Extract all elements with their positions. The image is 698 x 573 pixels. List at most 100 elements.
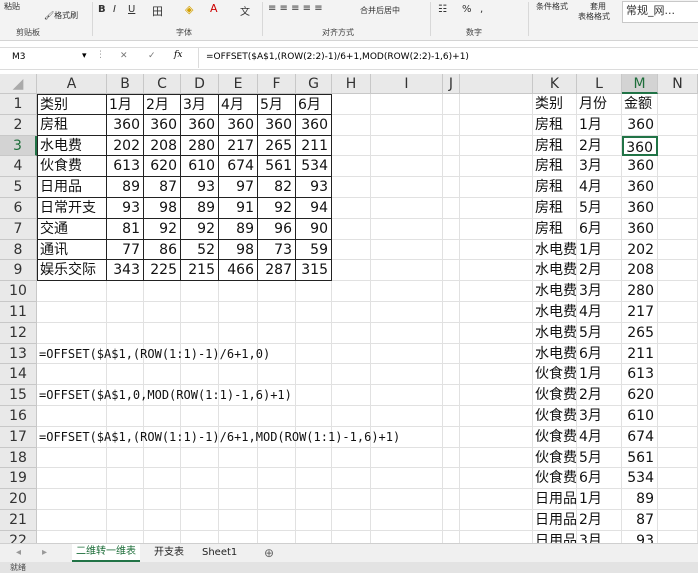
grid-cell[interactable] xyxy=(371,281,443,302)
grid-cell[interactable] xyxy=(460,447,533,469)
result-month-cell[interactable]: 4月 xyxy=(577,177,622,198)
grid-cell[interactable] xyxy=(371,489,443,510)
grid-cell[interactable] xyxy=(443,198,460,219)
grid-cell[interactable] xyxy=(181,322,219,344)
result-amount-cell[interactable]: 534 xyxy=(622,468,658,490)
column-header[interactable]: E xyxy=(219,74,258,94)
result-amount-cell[interactable]: 360 xyxy=(622,177,658,198)
table-value-cell[interactable]: 93 xyxy=(107,198,144,219)
row-header[interactable]: 16 xyxy=(0,406,37,427)
grid-cell[interactable] xyxy=(258,530,296,543)
grid-cell[interactable] xyxy=(107,364,144,386)
table-value-cell[interactable]: 86 xyxy=(144,239,181,261)
grid-cell[interactable] xyxy=(658,426,698,448)
result-amount-cell[interactable]: 202 xyxy=(622,239,658,261)
table-value-cell[interactable]: 52 xyxy=(181,239,219,261)
grid-cell[interactable] xyxy=(144,447,181,469)
table-value-cell[interactable]: 610 xyxy=(181,156,219,178)
grid-cell[interactable] xyxy=(371,239,443,261)
result-amount-cell[interactable]: 610 xyxy=(622,406,658,427)
underline-button[interactable]: U xyxy=(128,4,135,15)
grid-cell[interactable] xyxy=(296,322,332,344)
row-header[interactable]: 3 xyxy=(0,135,37,157)
row-header[interactable]: 15 xyxy=(0,385,37,406)
grid-cell[interactable] xyxy=(296,447,332,469)
table-format-button[interactable]: 表格格式 xyxy=(578,11,610,22)
active-cell[interactable]: 360 xyxy=(622,135,658,157)
table-value-cell[interactable]: 89 xyxy=(219,218,258,240)
row-header[interactable]: 20 xyxy=(0,489,37,510)
grid-cell[interactable] xyxy=(181,281,219,302)
result-category-cell[interactable]: 伙食费 xyxy=(533,385,577,406)
result-category-cell[interactable]: 房租 xyxy=(533,156,577,178)
grid-cell[interactable] xyxy=(460,468,533,490)
grid-cell[interactable] xyxy=(332,447,371,469)
grid-cell[interactable] xyxy=(371,302,443,323)
grid-cell[interactable] xyxy=(332,198,371,219)
table-value-cell[interactable]: 343 xyxy=(107,260,144,282)
grid-cell[interactable] xyxy=(296,489,332,510)
grid-cell[interactable] xyxy=(107,406,144,427)
grid-cell[interactable] xyxy=(37,406,107,427)
scroll-left-icon[interactable]: ◂ xyxy=(12,544,25,562)
style-gallery-box[interactable]: 常规_网... xyxy=(622,1,698,23)
grid-cell[interactable] xyxy=(219,489,258,510)
table-value-cell[interactable]: 91 xyxy=(219,198,258,219)
result-month-cell[interactable]: 2月 xyxy=(577,135,622,157)
scroll-right-icon[interactable]: ▸ xyxy=(38,544,51,562)
table-value-cell[interactable]: 59 xyxy=(296,239,332,261)
grid-cell[interactable] xyxy=(460,198,533,219)
currency-icon[interactable]: ☷ xyxy=(438,4,447,15)
table-value-cell[interactable]: 92 xyxy=(181,218,219,240)
grid-cell[interactable] xyxy=(443,530,460,543)
grid-cell[interactable] xyxy=(144,489,181,510)
grid-cell[interactable] xyxy=(219,447,258,469)
grid-cell[interactable] xyxy=(443,510,460,531)
result-amount-cell[interactable]: 360 xyxy=(622,218,658,240)
grid-cell[interactable] xyxy=(460,385,533,406)
grid-cell[interactable] xyxy=(332,114,371,136)
result-category-cell[interactable]: 水电费 xyxy=(533,260,577,282)
result-category-cell[interactable]: 房租 xyxy=(533,177,577,198)
grid-cell[interactable] xyxy=(460,302,533,323)
grid-cell[interactable] xyxy=(658,177,698,198)
grid-cell[interactable] xyxy=(37,530,107,543)
merge-center-button[interactable]: 合并后居中 xyxy=(360,5,400,16)
result-category-cell[interactable]: 房租 xyxy=(533,218,577,240)
grid-cell[interactable] xyxy=(258,302,296,323)
grid-cell[interactable] xyxy=(460,489,533,510)
table-value-cell[interactable]: 202 xyxy=(107,135,144,157)
result-month-cell[interactable]: 2月 xyxy=(577,260,622,282)
table-value-cell[interactable]: 98 xyxy=(219,239,258,261)
chevron-down-icon[interactable]: ▾ xyxy=(82,51,87,61)
grid-cell[interactable] xyxy=(144,364,181,386)
result-category-cell[interactable]: 伙食费 xyxy=(533,468,577,490)
grid-cell[interactable] xyxy=(332,281,371,302)
grid-cell[interactable] xyxy=(258,364,296,386)
sheet-tab[interactable]: Sheet1 xyxy=(198,544,241,562)
result-month-cell[interactable]: 6月 xyxy=(577,343,622,365)
grid-cell[interactable] xyxy=(371,447,443,469)
grid-cell[interactable] xyxy=(460,239,533,261)
result-month-cell[interactable]: 1月 xyxy=(577,114,622,136)
grid-cell[interactable] xyxy=(258,468,296,490)
result-amount-cell[interactable]: 217 xyxy=(622,302,658,323)
result-category-cell[interactable]: 水电费 xyxy=(533,343,577,365)
formula-input[interactable]: =OFFSET($A$1,(ROW(2:2)-1)/6+1,MOD(ROW(2:… xyxy=(206,52,469,62)
table-value-cell[interactable]: 215 xyxy=(181,260,219,282)
grid-cell[interactable] xyxy=(658,135,698,157)
grid-cell[interactable] xyxy=(219,322,258,344)
grid-cell[interactable] xyxy=(443,426,460,448)
grid-cell[interactable] xyxy=(460,426,533,448)
result-month-cell[interactable]: 1月 xyxy=(577,239,622,261)
grid-cell[interactable] xyxy=(332,239,371,261)
row-header[interactable]: 6 xyxy=(0,198,37,219)
grid-cell[interactable] xyxy=(371,468,443,490)
grid-cell[interactable] xyxy=(144,406,181,427)
grid-cell[interactable] xyxy=(460,177,533,198)
grid-cell[interactable] xyxy=(181,510,219,531)
formula-text-cell[interactable]: =OFFSET($A$1,0,MOD(ROW(1:1)-1,6)+1) xyxy=(37,385,437,406)
table-value-cell[interactable]: 360 xyxy=(107,114,144,136)
bold-button[interactable]: B xyxy=(98,4,106,15)
result-amount-cell[interactable]: 613 xyxy=(622,364,658,386)
